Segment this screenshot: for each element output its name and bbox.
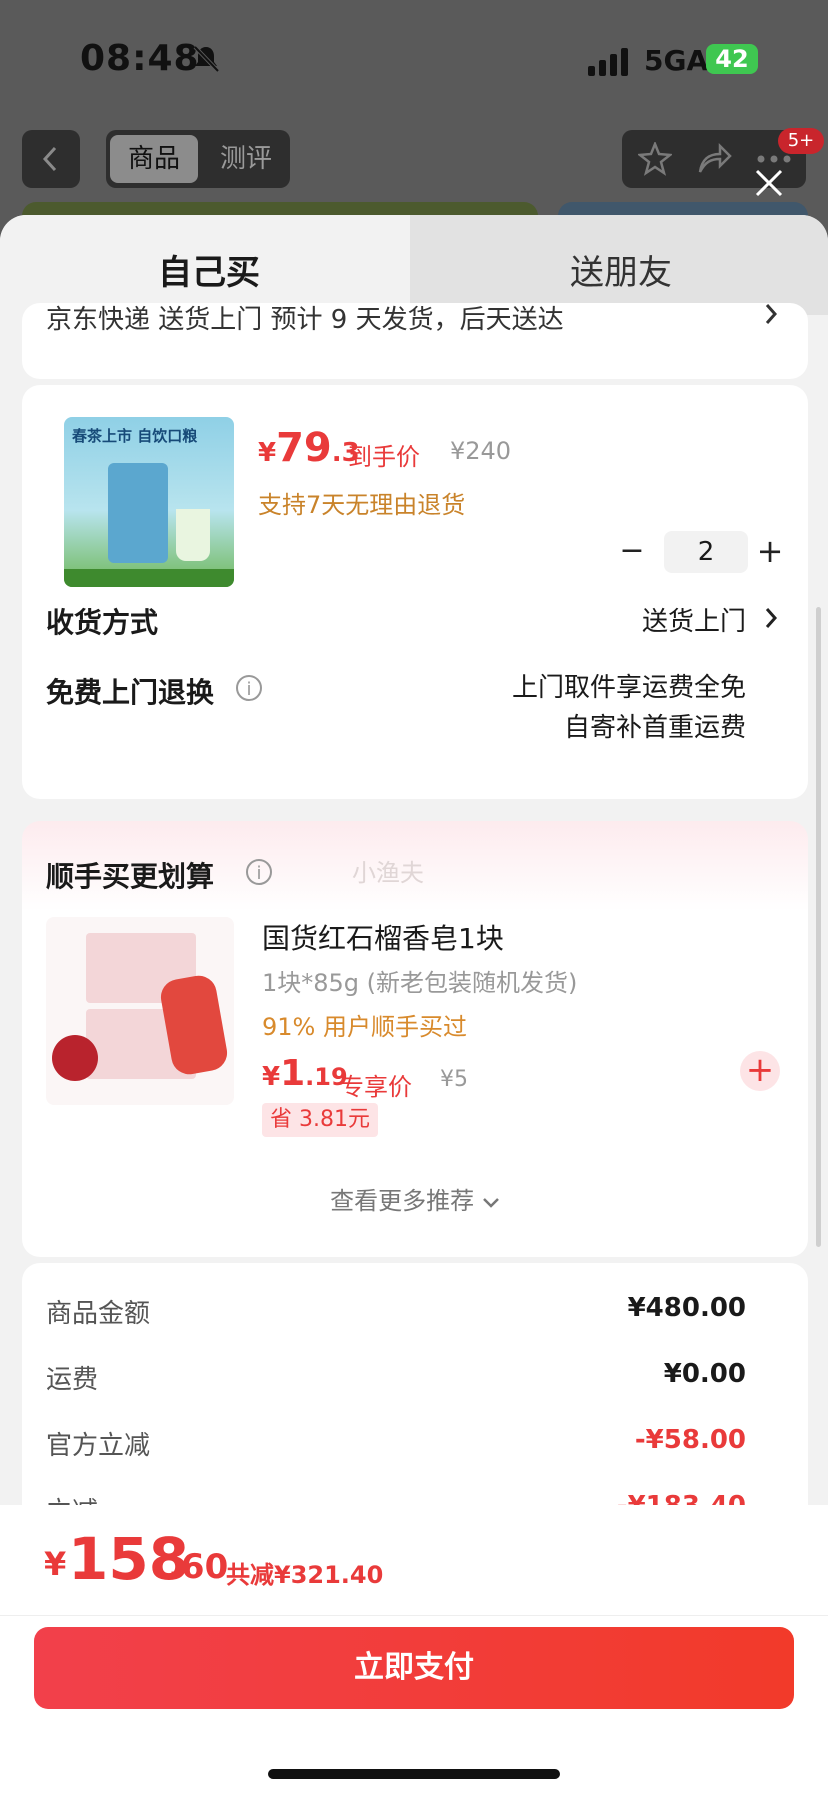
price-symbol: ¥ bbox=[262, 1062, 281, 1092]
price-integer: 1 bbox=[280, 1053, 306, 1094]
free-return-line2: 自寄补首重运费 bbox=[563, 713, 746, 743]
chevron-left-icon bbox=[42, 146, 57, 172]
delivery-method-value[interactable]: 送货上门 bbox=[642, 601, 746, 638]
pomegranate bbox=[52, 1035, 98, 1081]
watermark: 小渔夫 bbox=[352, 859, 424, 887]
signal-icon bbox=[588, 48, 628, 76]
tab-product[interactable]: 商品 bbox=[110, 135, 198, 183]
summary-value: -¥58.00 bbox=[634, 1425, 746, 1455]
product-image-caption: 春茶上市 自饮口粮 bbox=[72, 427, 198, 445]
product-review-switch: 商品 测评 bbox=[106, 130, 290, 188]
price-summary-card: 商品金额 ¥480.00 运费 ¥0.00 官方立减 -¥58.00 立减 -¥… bbox=[22, 1263, 808, 1543]
star-icon[interactable] bbox=[638, 142, 672, 176]
summary-label: 商品金额 bbox=[46, 1299, 151, 1329]
recommend-bought: 91% 用户顺手买过 bbox=[262, 1013, 467, 1041]
product-price: ¥79.3 bbox=[258, 425, 360, 471]
recommendation-card: 顺手买更划算 i 小渔夫 国货红石榴香皂1块 1块*85g (新老包装随机发货)… bbox=[22, 821, 808, 1257]
increase-button[interactable]: + bbox=[750, 531, 790, 573]
total-decimal: .60 bbox=[168, 1547, 229, 1587]
product-card: 春茶上市 自饮口粮 ¥79.3 到手价 ¥240 支持7天无理由退货 − 2 +… bbox=[22, 385, 808, 799]
recommend-name[interactable]: 国货红石榴香皂1块 bbox=[262, 917, 504, 957]
total-savings: 共减¥321.40 bbox=[226, 1561, 384, 1589]
tea-glass bbox=[176, 509, 210, 561]
summary-label: 官方立减 bbox=[46, 1431, 151, 1461]
summary-label: 运费 bbox=[46, 1365, 99, 1395]
product-image[interactable]: 春茶上市 自饮口粮 bbox=[64, 417, 234, 587]
recommend-price-tag: 专享价 bbox=[340, 1073, 412, 1101]
pay-now-button[interactable]: 立即支付 bbox=[34, 1627, 794, 1709]
summary-value: ¥0.00 bbox=[663, 1359, 746, 1389]
summary-value: ¥480.00 bbox=[627, 1293, 746, 1323]
info-icon[interactable]: i bbox=[246, 859, 272, 885]
info-icon[interactable]: i bbox=[236, 675, 262, 701]
close-icon[interactable] bbox=[754, 168, 784, 198]
add-button[interactable]: + bbox=[740, 1051, 780, 1091]
free-return-line1: 上门取件享运费全免 bbox=[511, 673, 746, 703]
status-bar: 08:48 5GA 42 bbox=[0, 0, 828, 120]
total-symbol: ¥ bbox=[44, 1545, 67, 1583]
recommend-original-price: ¥5 bbox=[440, 1067, 468, 1092]
more-icon[interactable] bbox=[756, 154, 792, 164]
mute-bell-icon bbox=[193, 45, 220, 73]
decrease-button[interactable]: − bbox=[612, 531, 652, 573]
chevron-right-icon[interactable] bbox=[764, 607, 778, 629]
quantity-field[interactable]: 2 bbox=[664, 531, 748, 573]
battery-icon: 42 bbox=[706, 44, 758, 74]
status-time: 08:48 bbox=[80, 38, 200, 79]
tea-can bbox=[108, 463, 168, 563]
price-symbol: ¥ bbox=[258, 438, 277, 468]
recommend-spec: 1块*85g (新老包装随机发货) bbox=[262, 969, 578, 997]
chevron-right-icon bbox=[765, 304, 778, 324]
delivery-method-label: 收货方式 bbox=[46, 606, 159, 639]
share-icon[interactable] bbox=[696, 142, 732, 176]
savings-badge: 省 3.81元 bbox=[262, 1103, 378, 1137]
delivery-estimate: 京东快递 送货上门 预计 9 天发货，后天送达 bbox=[46, 305, 564, 335]
original-price: ¥240 bbox=[450, 437, 512, 465]
return-policy: 支持7天无理由退货 bbox=[258, 491, 466, 519]
scrollbar[interactable] bbox=[816, 607, 821, 1247]
divider bbox=[0, 1615, 828, 1616]
recommend-product-image[interactable] bbox=[46, 917, 234, 1105]
network-type: 5GA bbox=[644, 44, 709, 77]
message-badge: 5+ bbox=[778, 128, 824, 154]
tab-self-buy-label: 自己买 bbox=[158, 253, 260, 293]
back-button[interactable] bbox=[22, 130, 80, 188]
see-more-button[interactable]: 查看更多推荐 bbox=[22, 1181, 808, 1216]
price-integer: 79 bbox=[276, 425, 332, 471]
home-indicator[interactable] bbox=[268, 1769, 560, 1779]
recommend-price: ¥1.19 bbox=[262, 1053, 348, 1094]
tab-review[interactable]: 测评 bbox=[206, 135, 286, 183]
see-more-label: 查看更多推荐 bbox=[330, 1187, 475, 1215]
price-tag: 到手价 bbox=[348, 443, 420, 471]
chevron-down-icon bbox=[482, 1198, 499, 1208]
tab-gift-label: 送朋友 bbox=[570, 253, 672, 293]
payment-bar: ¥ 158 .60 共减¥321.40 立即支付 bbox=[0, 1505, 828, 1796]
quantity-stepper: − 2 + bbox=[612, 531, 783, 573]
delivery-info-card[interactable]: 京东快递 送货上门 预计 9 天发货，后天送达 bbox=[22, 303, 808, 379]
free-return-label: 免费上门退换 bbox=[46, 676, 215, 709]
recommendation-title: 顺手买更划算 bbox=[46, 860, 215, 893]
promo-strip bbox=[64, 569, 234, 587]
